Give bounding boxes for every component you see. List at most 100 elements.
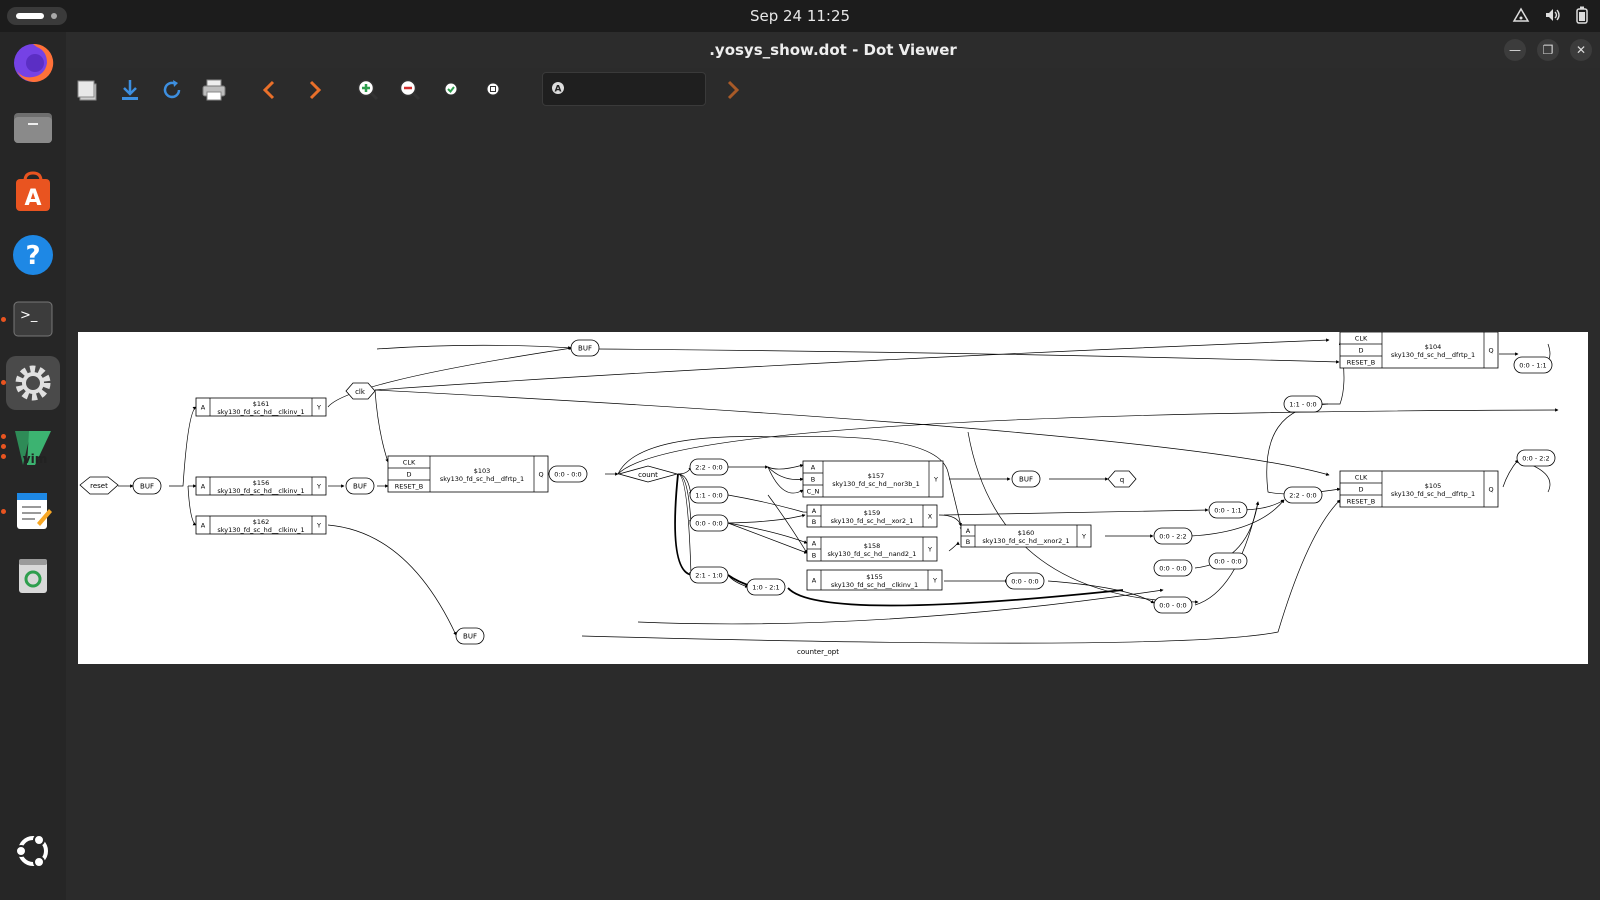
dot-viewer-window: .yosys_show.dot - Dot Viewer — ❐ ✕ A res…: [66, 32, 1600, 900]
cell-pin: CLK: [1355, 474, 1368, 482]
slice-node[interactable]: 1:1 - 0:0: [689, 486, 729, 504]
slice-node[interactable]: 0:0 - 2:2: [1153, 527, 1193, 545]
cell-162[interactable]: A Y $162sky130_fd_sc_hd__clkinv_1: [195, 515, 327, 535]
dock-files[interactable]: [6, 100, 60, 154]
cell-type: sky130_fd_sc_hd__dfrtp_1: [440, 475, 524, 483]
close-button[interactable]: ✕: [1570, 39, 1592, 61]
slice-node[interactable]: 0:0 - 0:0: [548, 465, 588, 483]
open-icon: [77, 80, 97, 101]
cell-pin: RESET_B: [1347, 498, 1376, 506]
svg-text:BUF: BUF: [140, 483, 154, 491]
firefox-icon: [14, 43, 54, 82]
svg-text:BUF: BUF: [578, 345, 592, 353]
zoom-100-button[interactable]: [480, 76, 508, 104]
dock-show-apps[interactable]: [6, 824, 60, 878]
slice-node[interactable]: 2:1 - 1:0: [689, 566, 729, 584]
svg-text:BUF: BUF: [1019, 476, 1033, 484]
slice-node[interactable]: 1:0 - 2:1: [746, 578, 786, 596]
cell-type: sky130_fd_sc_hd__clkinv_1: [217, 487, 304, 495]
search-box[interactable]: A: [542, 72, 706, 106]
zoom-out-button[interactable]: [396, 76, 424, 104]
cell-pin: D: [406, 471, 411, 479]
cell-155[interactable]: A Y $155sky130_fd_sc_hd__clkinv_1: [806, 569, 943, 591]
system-tray[interactable]: [1512, 6, 1588, 24]
cell-104[interactable]: CLK D RESET_B Q $104sky130_fd_sc_hd__dfrtp_1: [1339, 331, 1499, 369]
slice-node[interactable]: 0:0 - 1:1: [1513, 356, 1553, 374]
title-bar[interactable]: .yosys_show.dot - Dot Viewer — ❐ ✕: [66, 32, 1600, 68]
cell-159[interactable]: AB X $159sky130_fd_sc_hd__xor2_1: [806, 504, 938, 528]
cell-pin: A: [812, 577, 817, 585]
dock-trash[interactable]: [6, 548, 60, 602]
buf-node[interactable]: BUF: [455, 627, 485, 645]
print-button[interactable]: [200, 76, 228, 104]
clock[interactable]: Sep 24 11:25: [0, 7, 1600, 25]
cell-type: sky130_fd_sc_hd__nand2_1: [828, 550, 917, 558]
buf-node[interactable]: BUF: [345, 477, 375, 495]
cell-id: $104: [1425, 343, 1442, 351]
svg-text:2:2 - 0:0: 2:2 - 0:0: [1289, 492, 1316, 500]
slice-node[interactable]: 0:0 - 0:0: [1153, 596, 1193, 614]
slice-node[interactable]: 0:0 - 2:2: [1516, 449, 1556, 467]
reload-button[interactable]: [158, 76, 186, 104]
app-center-icon: A: [16, 171, 50, 211]
svg-text:0:0 - 1:1: 0:0 - 1:1: [1519, 362, 1546, 370]
volume-icon: [1546, 9, 1560, 21]
forward-button[interactable]: [300, 76, 328, 104]
slice-node[interactable]: 2:2 - 0:0: [1283, 486, 1323, 504]
slice-node[interactable]: 0:0 - 0:0: [1208, 552, 1248, 570]
dock-settings[interactable]: [6, 356, 60, 410]
reload-icon: [163, 80, 181, 99]
cell-type: sky130_fd_sc_hd__dfrtp_1: [1391, 351, 1475, 359]
slice-node[interactable]: 0:0 - 0:0: [1153, 559, 1193, 577]
open-button[interactable]: [74, 76, 102, 104]
find-next-button[interactable]: [718, 76, 746, 104]
slice-node[interactable]: 0:0 - 0:0: [1005, 572, 1045, 590]
cell-157[interactable]: AB C_N Y $157sky130_fd_sc_hd__nor3b_1: [802, 460, 944, 498]
cell-pin: B: [811, 476, 815, 484]
dock-app-center[interactable]: A: [6, 164, 60, 218]
cell-pin: A: [812, 540, 817, 548]
zoom-in-button[interactable]: [354, 76, 382, 104]
cell-103[interactable]: CLK D RESET_B Q $103sky130_fd_sc_hd__dfrtp_1: [387, 455, 549, 493]
cell-pin: CLK: [403, 459, 416, 467]
cell-type: sky130_fd_sc_hd__clkinv_1: [217, 526, 304, 534]
cell-pin: Y: [932, 577, 937, 585]
svg-text:0:0 - 0:0: 0:0 - 0:0: [1159, 602, 1186, 610]
zoom-fit-button[interactable]: [438, 76, 466, 104]
buf-node[interactable]: BUF: [1011, 470, 1041, 488]
cell-158[interactable]: AB Y $158sky130_fd_sc_hd__nand2_1: [806, 536, 938, 562]
slice-node[interactable]: 2:2 - 0:0: [689, 458, 729, 476]
cell-105[interactable]: CLK D RESET_B Q $105sky130_fd_sc_hd__dfrtp_1: [1339, 470, 1499, 508]
cell-type: sky130_fd_sc_hd__xnor2_1: [982, 537, 1069, 545]
slice-node[interactable]: 0:0 - 0:0: [689, 514, 729, 532]
cell-pin: D: [1358, 347, 1363, 355]
slice-node[interactable]: 0:0 - 1:1: [1208, 501, 1248, 519]
cell-160[interactable]: AB Y $160sky130_fd_sc_hd__xnor2_1: [960, 524, 1092, 548]
cell-pin: B: [966, 538, 970, 546]
svg-text:0:0 - 2:2: 0:0 - 2:2: [1522, 455, 1549, 463]
graph-canvas[interactable]: reset BUF BUF BUF BUF BUF clk count q A Y…: [78, 331, 1588, 664]
dock-firefox[interactable]: [6, 36, 60, 90]
back-icon: [262, 80, 275, 100]
maximize-button[interactable]: ❐: [1537, 39, 1559, 61]
dock-vim[interactable]: vim: [6, 420, 60, 474]
cell-id: $159: [864, 509, 881, 517]
back-button[interactable]: [256, 76, 284, 104]
cell-pin: CLK: [1355, 335, 1368, 343]
port-clk-label: clk: [355, 388, 366, 396]
cell-type: sky130_fd_sc_hd__nor3b_1: [832, 480, 919, 488]
search-input[interactable]: [573, 79, 697, 99]
cell-161[interactable]: A Y $161sky130_fd_sc_hd__clkinv_1: [195, 397, 327, 417]
slice-node[interactable]: 1:1 - 0:0: [1283, 395, 1323, 413]
zoom-out-icon: [399, 79, 421, 101]
minimize-button[interactable]: —: [1504, 39, 1526, 61]
save-button[interactable]: [116, 76, 144, 104]
buf-node[interactable]: BUF: [132, 477, 162, 495]
dock-help[interactable]: ?: [6, 228, 60, 282]
dock-text-editor[interactable]: [6, 484, 60, 538]
svg-text:0:0 - 0:0: 0:0 - 0:0: [695, 520, 722, 528]
svg-text:2:1 - 1:0: 2:1 - 1:0: [695, 572, 722, 580]
buf-node[interactable]: BUF: [570, 339, 600, 357]
dock-terminal[interactable]: >_: [6, 292, 60, 346]
cell-156[interactable]: A Y $156sky130_fd_sc_hd__clkinv_1: [195, 476, 327, 496]
